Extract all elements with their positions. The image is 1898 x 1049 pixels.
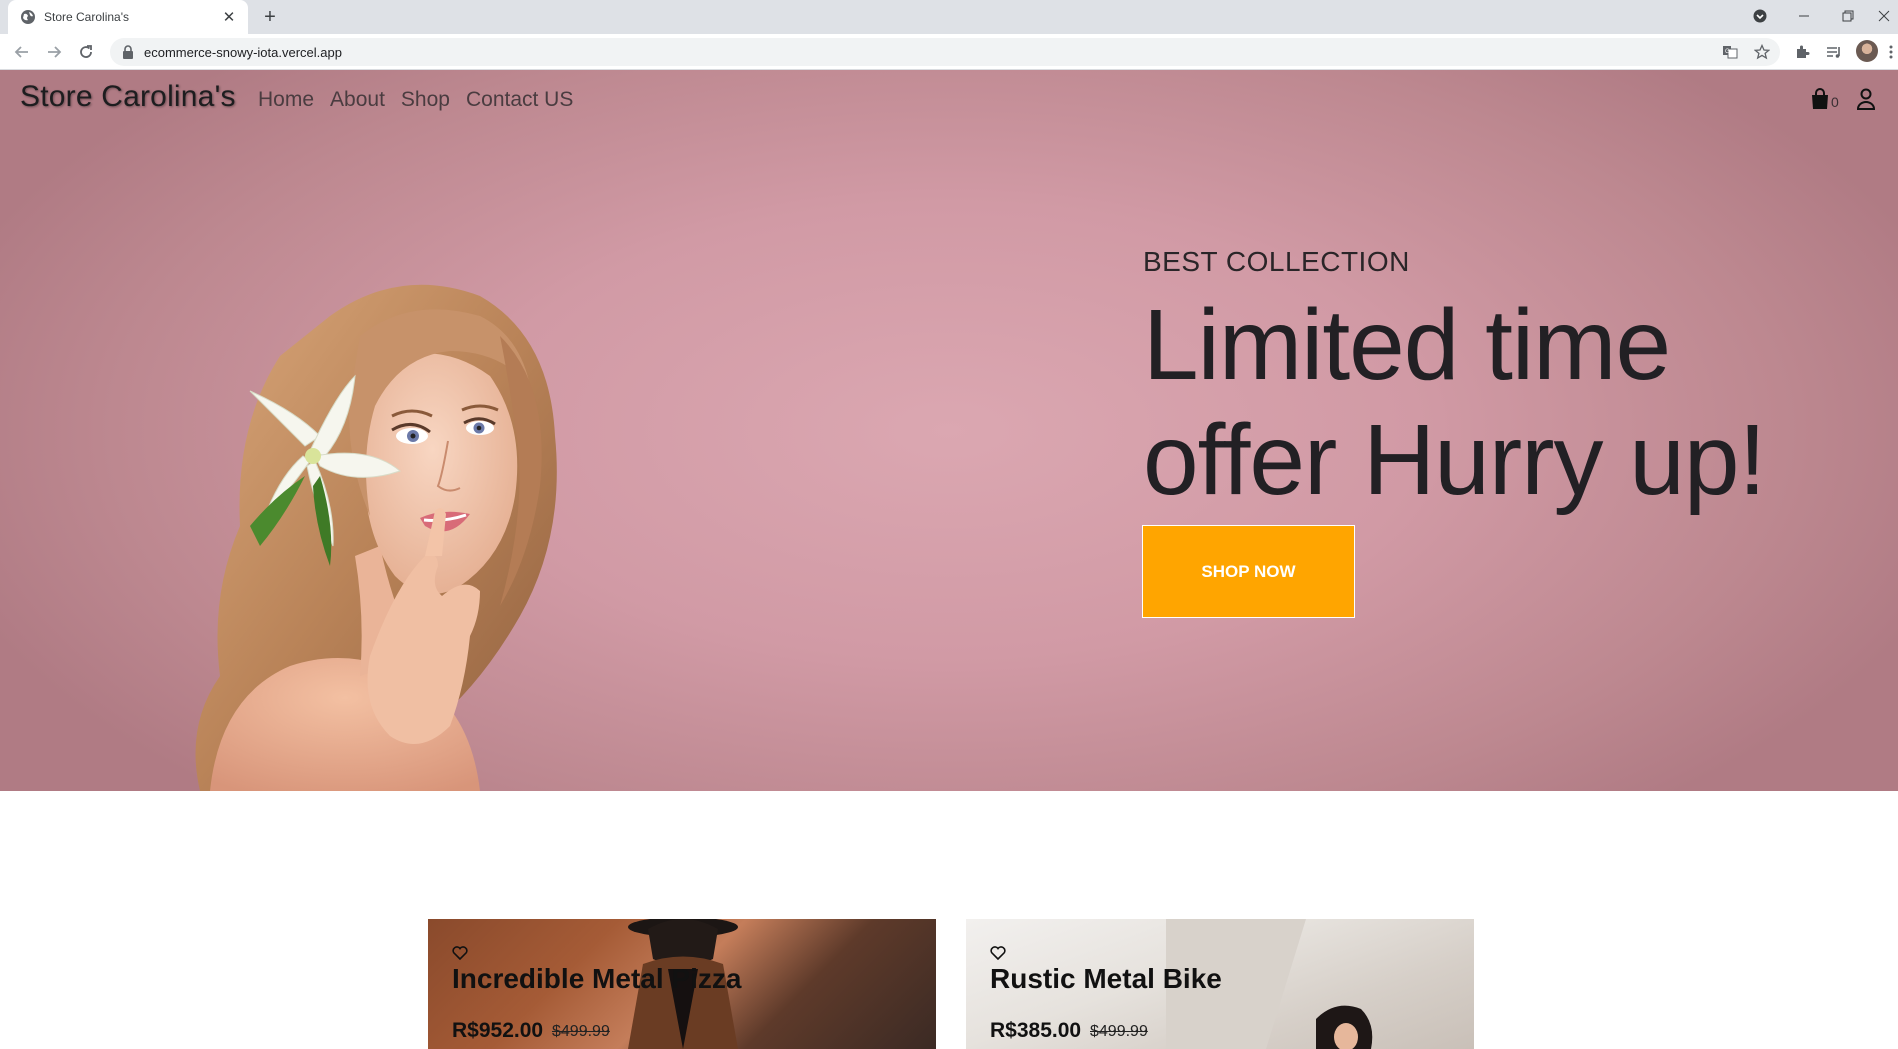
menu-dots-icon[interactable] <box>1884 40 1898 64</box>
back-icon[interactable] <box>10 40 34 64</box>
minimize-icon[interactable] <box>1782 0 1826 32</box>
svg-text:G: G <box>1725 49 1730 55</box>
product-price: R$385.00 <box>990 1019 1082 1042</box>
hero-section: Store Carolina's Home About Shop Contact… <box>0 70 1898 791</box>
nav-links: Home About Shop Contact US <box>258 88 573 112</box>
media-queue-icon[interactable] <box>1822 40 1846 64</box>
browser-tab[interactable]: Store Carolina's ✕ <box>8 0 248 34</box>
cart-button[interactable]: 0 <box>1810 88 1839 110</box>
shop-now-button[interactable]: SHOP NOW <box>1142 525 1355 618</box>
reload-icon[interactable] <box>74 40 98 64</box>
close-window-icon[interactable] <box>1870 0 1898 32</box>
nav-contact[interactable]: Contact US <box>466 88 573 112</box>
tab-title: Store Carolina's <box>44 10 129 24</box>
product-old-price: $499.99 <box>552 1023 610 1040</box>
browser-tabstrip: Store Carolina's ✕ + <box>0 0 1898 34</box>
lock-icon <box>123 45 133 59</box>
new-tab-icon[interactable]: + <box>258 6 282 28</box>
tab-search-icon[interactable] <box>1738 0 1782 32</box>
product-price: R$952.00 <box>452 1019 544 1042</box>
user-icon[interactable] <box>1856 88 1876 115</box>
forward-icon[interactable] <box>42 40 66 64</box>
heart-icon[interactable] <box>990 946 1006 960</box>
nav-home[interactable]: Home <box>258 88 314 112</box>
hero-subtitle: BEST COLLECTION <box>1143 246 1410 277</box>
nav-about[interactable]: About <box>330 88 385 112</box>
hero-title-line2: offer Hurry up! <box>1143 404 1766 516</box>
close-tab-icon[interactable]: ✕ <box>220 8 238 26</box>
product-old-price: $499.99 <box>1090 1023 1148 1040</box>
globe-icon <box>21 10 35 24</box>
brand-logo[interactable]: Store Carolina's <box>20 80 236 114</box>
hero-title-line1: Limited time <box>1143 289 1671 401</box>
product-name[interactable]: Rustic Metal Bike <box>990 963 1222 995</box>
hero-model-image <box>195 284 557 791</box>
nav-shop[interactable]: Shop <box>401 88 450 112</box>
bookmark-star-icon[interactable] <box>1750 40 1774 64</box>
restore-icon[interactable] <box>1826 0 1870 32</box>
translate-icon[interactable]: G <box>1718 40 1742 64</box>
browser-toolbar: ecommerce-snowy-iota.vercel.app G <box>0 34 1898 70</box>
shopping-bag-icon <box>1812 88 1828 109</box>
product-card[interactable]: Rustic Metal Bike R$385.00 $499.99 <box>966 919 1474 1049</box>
profile-avatar[interactable] <box>1856 40 1878 62</box>
url-text: ecommerce-snowy-iota.vercel.app <box>144 44 342 60</box>
extensions-icon[interactable] <box>1790 40 1814 64</box>
product-name[interactable]: Incredible Metal Pizza <box>452 963 741 995</box>
product-card[interactable]: Incredible Metal Pizza R$952.00 $499.99 <box>428 919 936 1049</box>
heart-icon[interactable] <box>452 946 468 960</box>
hero-title: Limited time offer Hurry up! <box>1143 288 1863 518</box>
cart-count: 0 <box>1831 94 1839 110</box>
site-navbar: Store Carolina's Home About Shop Contact… <box>0 70 1898 130</box>
address-bar[interactable]: ecommerce-snowy-iota.vercel.app <box>110 38 1780 66</box>
